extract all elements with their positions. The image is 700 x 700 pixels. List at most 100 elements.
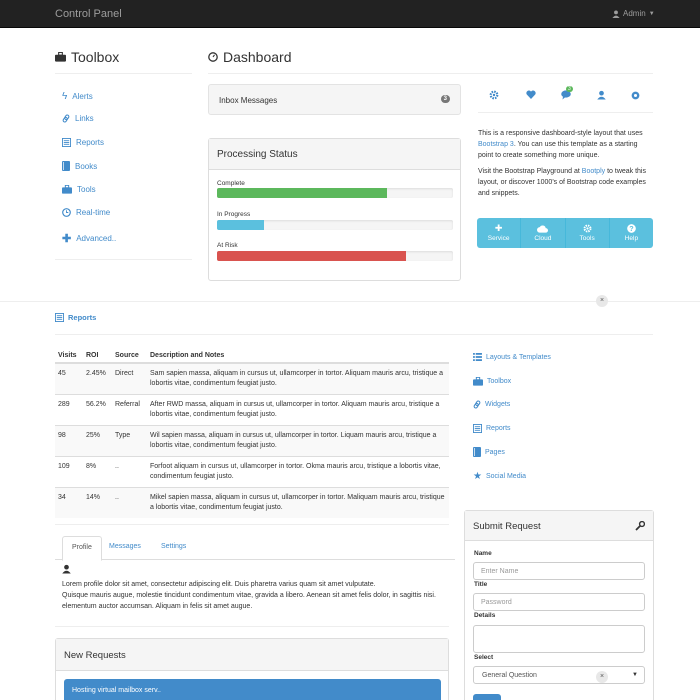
divider <box>55 259 192 260</box>
record-icon[interactable] <box>631 91 640 100</box>
help-button[interactable]: ? Help <box>609 218 653 248</box>
close-icon[interactable]: × <box>596 671 608 683</box>
sidebar-item-label: Tools <box>77 185 96 194</box>
sidebar-item-advanced[interactable]: ✚ Advanced.. <box>62 232 116 245</box>
cog-icon[interactable] <box>489 90 499 100</box>
request-type-select[interactable]: General Question ▼ <box>473 666 645 684</box>
link-widgets[interactable]: Widgets <box>473 400 510 409</box>
progress-fill <box>217 220 265 230</box>
svg-text:?: ? <box>629 224 633 233</box>
divider <box>55 524 449 525</box>
playground-text: Visit the Bootstrap Playground at <box>478 168 582 175</box>
button-label: Tools <box>579 235 595 242</box>
user-icon <box>612 9 620 18</box>
column-header: ROI <box>83 345 112 364</box>
bootstrap-link[interactable]: Bootstrap 3 <box>478 141 514 148</box>
link-social-media[interactable]: ★ Social Media <box>473 471 526 482</box>
divider <box>55 73 192 74</box>
book-icon <box>473 447 481 457</box>
link-label: Widgets <box>485 401 511 408</box>
list-alt-icon <box>55 313 64 322</box>
bootply-link[interactable]: Bootply <box>582 168 605 175</box>
admin-dropdown[interactable]: Admin ▼ <box>612 9 655 18</box>
link-label: Toolbox <box>487 378 512 385</box>
heart-icon[interactable] <box>526 90 536 99</box>
title-input[interactable]: Password <box>473 593 645 611</box>
close-icon[interactable]: × <box>596 295 608 307</box>
reports-table: Visits ROI Source Description and Notes … <box>55 345 449 518</box>
cell-roi: 56.2% <box>83 394 112 426</box>
progress-label: At Risk <box>217 242 238 249</box>
tab-messages[interactable]: Messages <box>100 536 150 560</box>
link-toolbox[interactable]: Toolbox <box>473 377 511 386</box>
sidebar-item-label: Books <box>75 161 98 171</box>
link-pages[interactable]: Pages <box>473 447 505 457</box>
sidebar-item-links[interactable]: Links <box>62 114 94 123</box>
sidebar-item-label: Advanced.. <box>76 234 117 243</box>
tab-settings[interactable]: Settings <box>152 536 195 560</box>
service-button[interactable]: ✚ Service <box>477 218 522 248</box>
sidebar-item-realtime[interactable]: Real-time <box>62 208 110 217</box>
progress-fill <box>217 251 406 261</box>
request-item[interactable]: Hosting virtual mailbox serv.. <box>64 679 441 700</box>
progress-label: In Progress <box>217 211 251 218</box>
tab-profile[interactable]: Profile <box>62 536 102 561</box>
profile-tabs: Profile Messages Settings <box>55 536 455 561</box>
star-icon: ★ <box>473 471 482 482</box>
link-label: Pages <box>485 448 505 456</box>
sidebar-item-tools[interactable]: Tools <box>62 185 96 194</box>
divider <box>55 626 449 627</box>
section-divider <box>0 301 700 302</box>
link-label: Reports <box>486 425 511 432</box>
user-icon <box>62 564 71 574</box>
inbox-messages[interactable]: Inbox Messages 3 <box>208 84 461 115</box>
progress-bar-at-risk <box>217 251 453 261</box>
cell-visits: 45 <box>55 362 83 395</box>
cloud-button[interactable]: Cloud <box>521 218 566 248</box>
question-icon: ? <box>627 224 636 233</box>
caret-down-icon: ▼ <box>632 672 638 678</box>
table-row: 289 56.2% Referral After RWD massa, aliq… <box>55 394 449 426</box>
cell-source: Referral <box>112 394 147 426</box>
cell-source: .. <box>112 456 147 488</box>
brand-link[interactable]: Control Panel <box>55 8 122 20</box>
submit-button[interactable] <box>473 694 501 700</box>
details-label: Details <box>474 612 496 619</box>
link-layouts-templates[interactable]: Layouts & Templates <box>473 353 551 361</box>
plus-icon: ✚ <box>494 223 503 233</box>
sidebar-item-books[interactable]: Books <box>62 161 97 171</box>
table-row: 98 25% Type Wil sapien massa, aliquam in… <box>55 425 449 457</box>
dashboard-heading: Dashboard <box>208 49 292 65</box>
divider <box>55 334 653 335</box>
cell-visits: 34 <box>55 487 83 518</box>
sidebar-item-reports[interactable]: Reports <box>62 138 104 147</box>
user-icon[interactable] <box>597 90 606 100</box>
briefcase-icon <box>473 377 483 386</box>
tools-button[interactable]: Tools <box>565 218 610 248</box>
title-label: Title <box>474 581 488 588</box>
divider <box>208 73 653 74</box>
sidebar-item-alerts[interactable]: ϟ Alerts <box>62 91 93 102</box>
reports-heading[interactable]: Reports <box>55 313 96 322</box>
profile-text: Lorem profile dolor sit amet, consectetu… <box>62 581 376 588</box>
list-icon <box>473 353 482 361</box>
select-value: General Question <box>482 672 537 679</box>
action-button-group: ✚ Service Cloud Tools ? Help <box>477 218 653 248</box>
top-navbar: Control Panel Admin ▼ <box>0 0 700 28</box>
cell-description: Forfoot aliquam in cursus ut, ullamcorpe… <box>147 456 449 488</box>
playground-paragraph: Visit the Bootstrap Playground at Bootpl… <box>478 166 653 199</box>
list-alt-icon <box>62 138 71 147</box>
link-label: Layouts & Templates <box>486 353 551 361</box>
wrench-icon[interactable] <box>635 521 645 531</box>
name-input[interactable]: Enter Name <box>473 562 645 580</box>
table-header-row: Visits ROI Source Description and Notes <box>55 345 449 364</box>
panel-title: Submit Request <box>465 511 653 541</box>
sidebar-item-label: Reports <box>76 138 105 147</box>
toolbox-title: Toolbox <box>71 49 120 65</box>
progress-bar-complete <box>217 188 453 198</box>
link-reports[interactable]: Reports <box>473 424 511 433</box>
details-textarea[interactable] <box>473 625 645 653</box>
profile-text: Quisque mauris augue, molestie tincidunt… <box>62 592 436 599</box>
table-row: 45 2.45% Direct Sam sapien massa, aliqua… <box>55 362 449 395</box>
plus-icon: ✚ <box>62 233 72 245</box>
